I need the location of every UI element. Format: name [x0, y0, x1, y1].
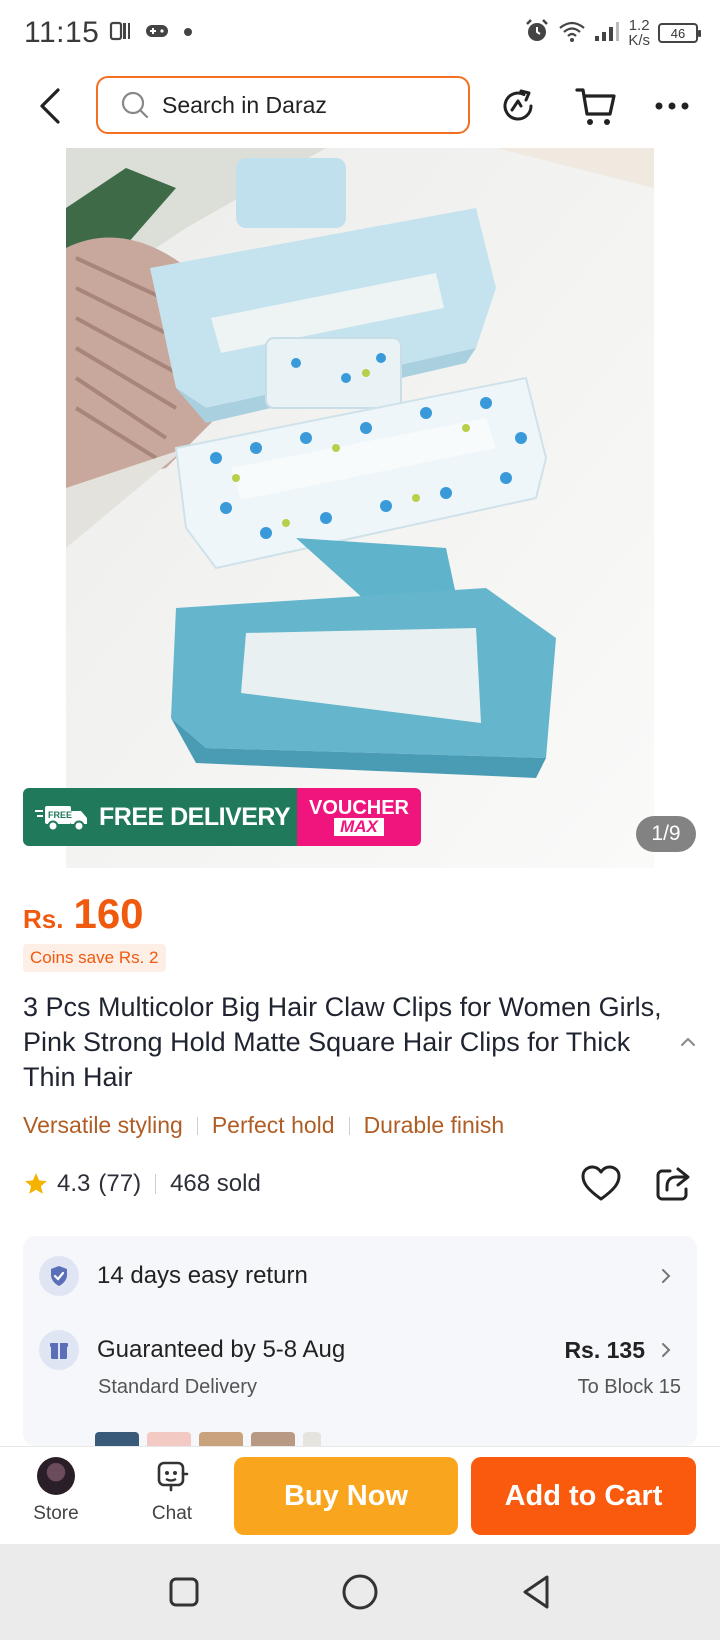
delivery-type: Standard Delivery: [98, 1376, 257, 1398]
review-count[interactable]: (77): [98, 1170, 141, 1198]
search-placeholder: Search in Daraz: [162, 91, 327, 118]
return-text: 14 days easy return: [97, 1262, 308, 1289]
status-bar: 11:15 1.2 K/s 46: [0, 0, 720, 66]
circle-icon: [342, 1574, 378, 1610]
chevron-left-icon: [40, 88, 60, 124]
delivery-price: Rs. 135: [564, 1336, 645, 1363]
divider: [155, 1174, 157, 1194]
delivery-text: Guaranteed by 5-8 Aug: [97, 1336, 346, 1363]
cart-icon: [575, 88, 616, 125]
search-input[interactable]: Search in Daraz: [96, 76, 470, 134]
more-dots-icon: [655, 102, 689, 110]
delivery-box-icon: [39, 1330, 79, 1370]
search-icon: [121, 91, 149, 119]
sold-count: 468 sold: [170, 1170, 261, 1197]
refresh-icon: [503, 89, 533, 121]
store-logo: [37, 1457, 75, 1495]
store-label: Store: [33, 1503, 79, 1524]
promo-banner[interactable]: FREE FREE DELIVERY VOUCHER MAX: [23, 788, 421, 846]
rating-value: 4.3: [57, 1170, 91, 1197]
image-counter: 1/9: [636, 816, 696, 852]
voucher-max-badge: VOUCHER MAX: [297, 788, 421, 846]
status-time: 11:15: [24, 16, 100, 49]
add-to-cart-button[interactable]: Add to Cart: [471, 1457, 696, 1535]
battery-icon: 46: [658, 23, 701, 43]
signal-icon: [594, 20, 620, 47]
square-icon: [169, 1577, 199, 1607]
heart-icon: [581, 1165, 621, 1201]
star-icon: [25, 1173, 47, 1194]
cart-button[interactable]: [574, 84, 618, 128]
network-speed: 1.2 K/s: [628, 17, 650, 49]
more-button[interactable]: [650, 84, 694, 128]
price: Rs. 160: [23, 890, 144, 938]
bottom-action-bar: Store Chat Buy Now Add to Cart: [0, 1446, 720, 1544]
refresh-button[interactable]: [496, 84, 540, 128]
chevron-right-icon: [662, 1269, 671, 1283]
coins-badge: Coins save Rs. 2: [23, 944, 166, 972]
back-button[interactable]: [30, 84, 70, 128]
svg-text:FREE: FREE: [48, 810, 72, 820]
store-tab[interactable]: Store: [16, 1457, 96, 1525]
chat-bot-icon: [157, 1461, 189, 1492]
home-button[interactable]: [338, 1570, 382, 1614]
notification-app-icon: [109, 20, 131, 47]
divider: [196, 1116, 198, 1135]
collapse-title-button[interactable]: [676, 1030, 700, 1054]
free-delivery-badge: FREE FREE DELIVERY: [23, 788, 297, 846]
triangle-back-icon: [523, 1575, 549, 1609]
share-icon: [656, 1167, 690, 1201]
delivery-row[interactable]: Guaranteed by 5-8 Aug Rs. 135: [39, 1330, 681, 1370]
price-value: 160: [73, 890, 144, 937]
product-image[interactable]: [66, 148, 654, 868]
chevron-right-icon: [662, 1343, 671, 1357]
top-nav: Search in Daraz: [0, 72, 720, 140]
wishlist-button[interactable]: [579, 1162, 623, 1206]
buy-now-button[interactable]: Buy Now: [234, 1457, 458, 1535]
alarm-icon: [524, 18, 550, 49]
chevron-up-icon: [681, 1037, 695, 1046]
feature-item: Durable finish: [363, 1112, 505, 1138]
price-currency: Rs.: [23, 904, 64, 934]
divider: [348, 1116, 350, 1135]
feature-item: Versatile styling: [23, 1112, 183, 1138]
rating-row: 4.3 (77) 468 sold: [23, 1164, 703, 1204]
system-back-button[interactable]: [514, 1570, 558, 1614]
return-policy-row[interactable]: 14 days easy return: [39, 1256, 681, 1296]
delivery-truck-icon: FREE: [35, 806, 87, 832]
chat-tab[interactable]: Chat: [132, 1457, 212, 1525]
shield-check-icon: [39, 1256, 79, 1296]
feature-item: Perfect hold: [211, 1112, 335, 1138]
system-navigation-bar: [0, 1544, 720, 1640]
service-card: 14 days easy return Guaranteed by 5-8 Au…: [23, 1236, 697, 1452]
product-gallery[interactable]: FREE FREE DELIVERY VOUCHER MAX 1/9: [0, 148, 720, 868]
share-button[interactable]: [651, 1162, 695, 1206]
product-title: 3 Pcs Multicolor Big Hair Claw Clips for…: [23, 992, 662, 1092]
recents-button[interactable]: [162, 1570, 206, 1614]
wifi-icon: [558, 19, 586, 48]
feature-highlights: Versatile styling Perfect hold Durable f…: [23, 1112, 504, 1139]
delivery-location[interactable]: To Block 15: [578, 1376, 681, 1399]
gamepad-icon: [145, 22, 169, 45]
chat-label: Chat: [151, 1503, 193, 1524]
dot-icon: [183, 24, 193, 42]
